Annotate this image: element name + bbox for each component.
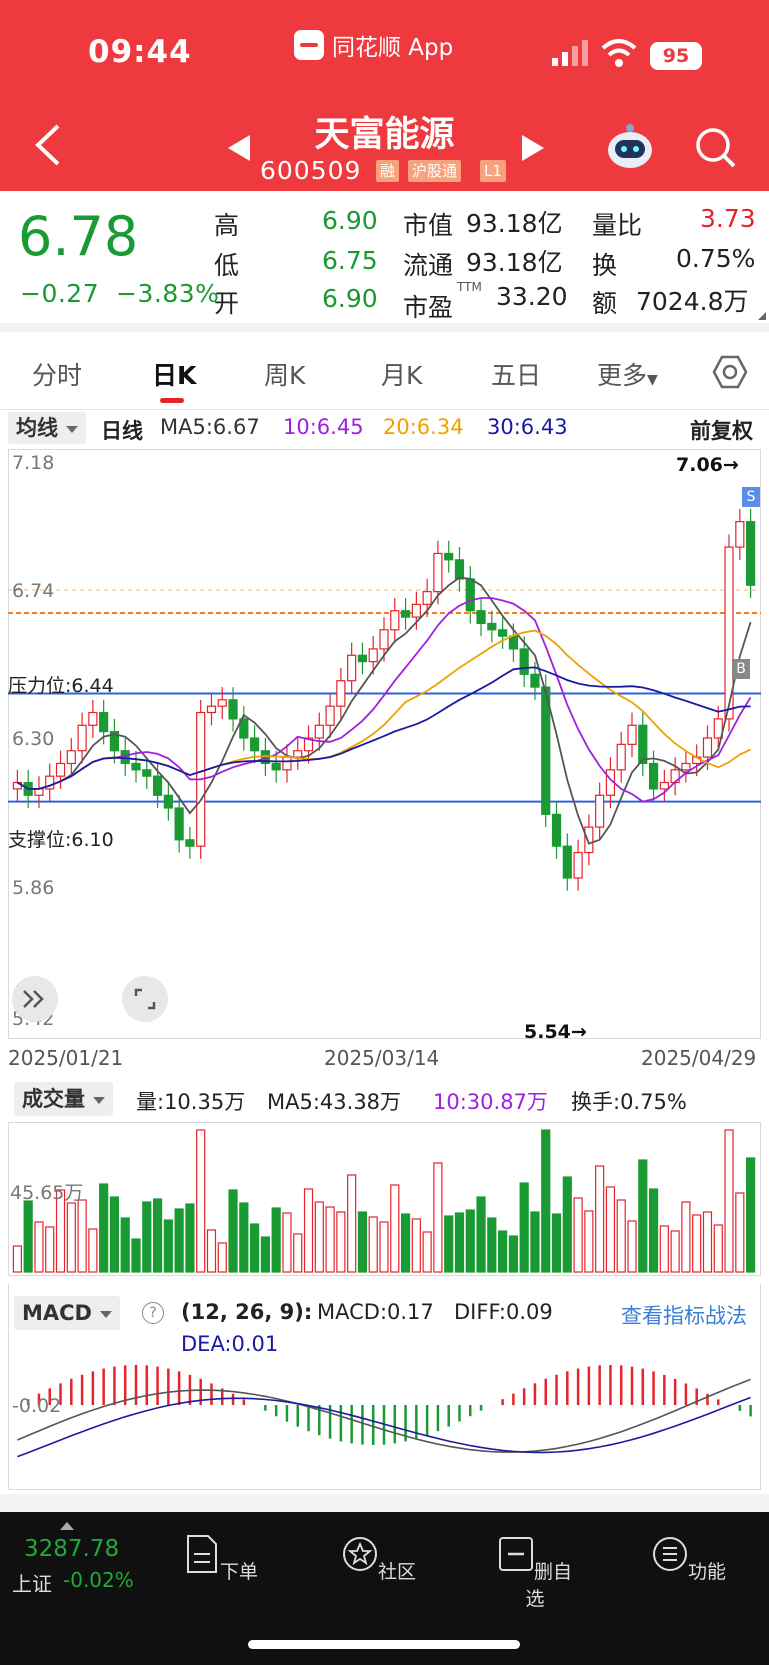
candle-body bbox=[347, 654, 357, 682]
date-end: 2025/04/29 bbox=[641, 1046, 757, 1070]
candle-body bbox=[411, 603, 421, 618]
candle-body bbox=[487, 622, 497, 631]
expand-left-button[interactable] bbox=[12, 976, 58, 1022]
candle-body bbox=[616, 743, 626, 771]
volume-frame bbox=[8, 1122, 761, 1276]
index-change: -0.02% bbox=[63, 1568, 134, 1592]
index-value[interactable]: 3287.78 bbox=[24, 1536, 119, 1562]
y-axis-top: 7.18 bbox=[12, 452, 55, 474]
remove-watchlist-button[interactable]: 删自选 bbox=[495, 1526, 575, 1611]
candle-body bbox=[638, 724, 648, 765]
candle-body bbox=[336, 680, 346, 707]
candle-body bbox=[228, 699, 238, 720]
function-label: 功能 bbox=[687, 1561, 726, 1583]
candle-body bbox=[357, 654, 368, 663]
minus-box-icon bbox=[498, 1537, 533, 1571]
support-label: 支撑位:6.10 bbox=[8, 829, 114, 851]
macd-axis-label: -0.02 bbox=[12, 1395, 62, 1417]
candle-body bbox=[174, 807, 184, 841]
macd-frame bbox=[8, 1284, 761, 1490]
candle-body bbox=[271, 762, 281, 771]
candle-body bbox=[735, 521, 745, 548]
candle-body bbox=[454, 559, 465, 580]
fullscreen-icon bbox=[134, 988, 156, 1010]
sell-marker: S bbox=[742, 487, 760, 507]
menu-circle-icon bbox=[652, 1537, 687, 1571]
order-button[interactable]: 下单 bbox=[181, 1526, 261, 1584]
candle-body bbox=[185, 839, 195, 847]
volume-selector[interactable]: 成交量 bbox=[14, 1082, 113, 1116]
y-axis-label-3: 6.30 bbox=[12, 728, 55, 750]
candle-body bbox=[55, 762, 66, 777]
date-start: 2025/01/21 bbox=[8, 1046, 124, 1070]
candle-body bbox=[77, 724, 87, 752]
candle-body bbox=[88, 711, 98, 726]
candle-body bbox=[152, 775, 163, 796]
candle-body bbox=[250, 737, 260, 752]
home-indicator bbox=[248, 1640, 520, 1649]
candle-body bbox=[476, 610, 486, 625]
community-star-icon bbox=[342, 1537, 377, 1571]
divider-bottom bbox=[0, 1494, 769, 1512]
volume-turnover: 换手:0.75% bbox=[571, 1090, 687, 1114]
candle-body bbox=[498, 629, 508, 637]
index-name: 上证 bbox=[12, 1572, 52, 1596]
candle-body bbox=[562, 845, 572, 879]
volume-axis-label: 45.65万 bbox=[10, 1182, 84, 1204]
candle-body bbox=[573, 851, 583, 879]
resistance-label: 压力位:6.44 bbox=[8, 675, 114, 697]
candle-body bbox=[746, 521, 756, 586]
candle-body bbox=[422, 591, 432, 605]
fullscreen-button[interactable] bbox=[122, 976, 168, 1022]
candle-body bbox=[595, 794, 605, 828]
candle-body bbox=[217, 699, 227, 707]
volume-value: 量:10.35万 bbox=[136, 1090, 246, 1114]
candle-body bbox=[584, 826, 594, 854]
candle-body bbox=[530, 673, 540, 688]
community-button[interactable]: 社区 bbox=[339, 1526, 419, 1584]
candle-body bbox=[444, 552, 454, 561]
candle-body bbox=[379, 629, 389, 650]
candle-body bbox=[163, 794, 173, 809]
candle-body bbox=[206, 705, 217, 714]
buy-marker: B bbox=[732, 659, 750, 679]
candle-body bbox=[702, 737, 713, 758]
date-mid: 2025/03/14 bbox=[324, 1046, 440, 1070]
candle-body bbox=[390, 610, 400, 631]
order-icon bbox=[186, 1535, 217, 1573]
volume-selector-label: 成交量 bbox=[22, 1087, 85, 1111]
candle-body bbox=[681, 762, 691, 771]
candle-body bbox=[400, 610, 411, 618]
candle-body bbox=[99, 711, 109, 733]
order-label: 下单 bbox=[219, 1561, 258, 1583]
y-axis-label-4: 5.86 bbox=[12, 877, 55, 899]
max-price-marker: 7.06→ bbox=[676, 454, 739, 476]
candle-body bbox=[433, 552, 443, 593]
candle-body bbox=[465, 578, 475, 612]
candle-body bbox=[34, 788, 44, 796]
candle-body bbox=[508, 635, 518, 650]
double-chevron-icon bbox=[23, 990, 44, 1008]
volume-ma5: MA5:43.38万 bbox=[267, 1090, 402, 1114]
candle-body bbox=[368, 648, 378, 663]
y-axis-label-2: 6.74 bbox=[12, 580, 55, 602]
caret-up-icon bbox=[60, 1522, 74, 1530]
volume-ma10: 10:30.87万 bbox=[433, 1090, 548, 1114]
candle-body bbox=[131, 762, 141, 771]
candle-body bbox=[519, 648, 529, 675]
candle-body bbox=[66, 750, 76, 765]
community-label: 社区 bbox=[377, 1561, 416, 1583]
candle-body bbox=[282, 756, 292, 771]
candle-body bbox=[314, 724, 324, 739]
candle-body bbox=[325, 705, 335, 726]
candle-body bbox=[627, 724, 637, 745]
candle-body bbox=[659, 781, 669, 790]
min-price-marker: 5.54→ bbox=[524, 1021, 587, 1043]
function-button[interactable]: 功能 bbox=[649, 1526, 729, 1584]
candle-body bbox=[551, 813, 562, 847]
candle-body bbox=[142, 769, 152, 777]
candle-body bbox=[648, 762, 659, 790]
candle-body bbox=[293, 750, 303, 758]
